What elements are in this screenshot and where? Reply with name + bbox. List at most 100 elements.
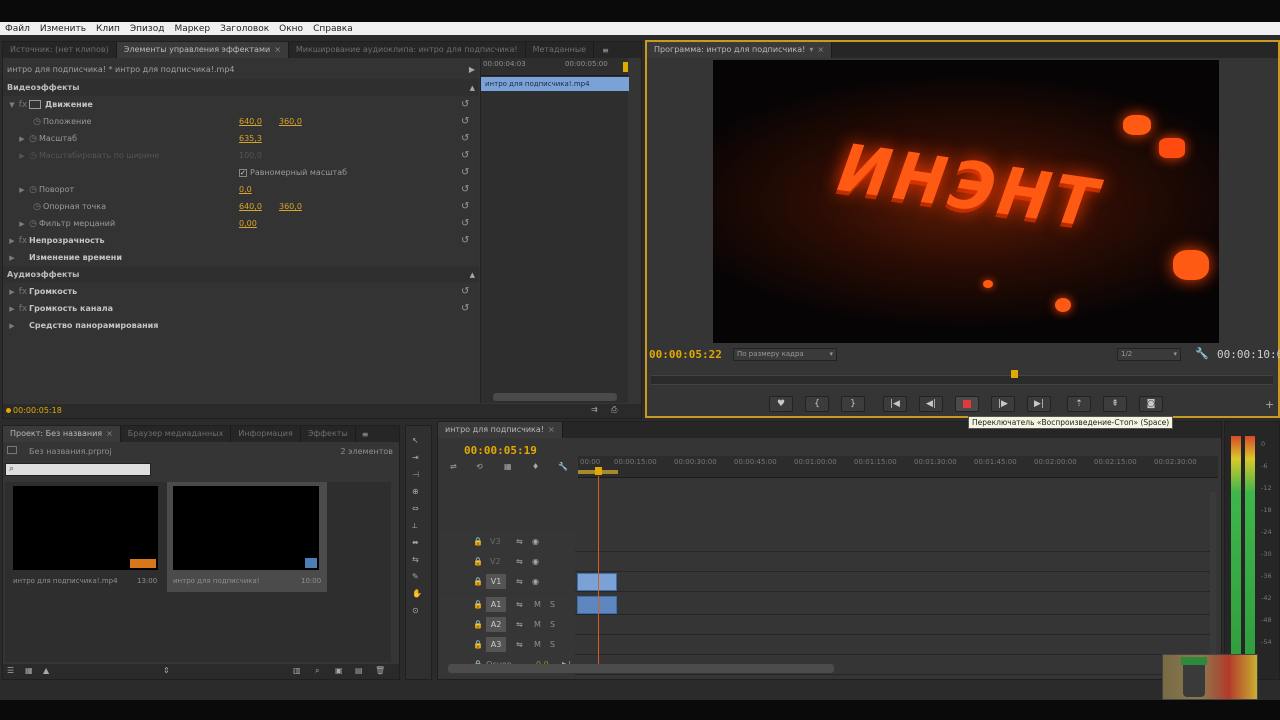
program-scrub-bar[interactable] [651,370,1273,385]
toggle-output-icon[interactable]: ⇋ [516,640,523,649]
collapse-icon[interactable]: ▲ [470,271,475,279]
reset-icon[interactable]: ↺ [461,201,469,212]
video-clip[interactable] [577,573,617,591]
scale-value[interactable]: 635,3 [239,134,262,143]
sequence-markers-icon[interactable]: ▦ [504,462,512,471]
lock-icon[interactable]: 🔒 [473,577,483,586]
tab-effect-controls[interactable]: Элементы управления эффектами × [116,42,289,58]
export-frame-button[interactable]: ◙ [1139,396,1163,412]
mark-out-button[interactable]: } [841,396,865,412]
menu-file[interactable]: Файл [0,24,35,34]
wrench-icon[interactable]: 🔧 [1195,347,1209,360]
track-label[interactable]: A1 [486,597,506,612]
toggle-output-icon[interactable]: ⇋ [516,620,523,629]
fx-icon[interactable]: fx [17,236,29,246]
opacity-row[interactable]: ▶ fx Непрозрачность ↺ [3,232,479,249]
timeline-playhead-handle[interactable] [595,467,602,475]
timeline-settings-icon[interactable]: 🔧 [558,462,568,471]
hand-tool-icon[interactable]: ✋ [412,589,422,598]
zoom-tool-icon[interactable]: ⊙ [412,606,419,615]
panel-menu-icon[interactable]: ≡ [362,430,369,439]
reset-icon[interactable]: ↺ [461,99,469,110]
stopwatch-icon[interactable]: ◷ [27,185,39,195]
quality-dropdown[interactable]: 1/2 ▾ [1117,348,1181,361]
tab-info[interactable]: Информация [231,426,301,442]
stopwatch-icon[interactable]: ◷ [27,134,39,144]
pen-tool-icon[interactable]: ✎ [412,572,419,581]
rotation-value[interactable]: 0,0 [239,185,252,194]
rolling-edit-tool-icon[interactable]: ⊕ [412,487,419,496]
reset-icon[interactable]: ↺ [461,167,469,178]
step-back-button[interactable]: ◀| [919,396,943,412]
play-stop-button[interactable] [955,396,979,412]
dropdown-icon[interactable]: ▾ [809,45,813,54]
reset-icon[interactable]: ↺ [461,235,469,246]
menu-title[interactable]: Заголовок [215,24,274,34]
new-bin-icon[interactable]: ▣ [335,666,343,675]
toggle-output-icon[interactable]: ⇋ [516,557,523,566]
slip-tool-icon[interactable]: ⬌ [412,538,419,547]
audio-clip[interactable] [577,596,617,614]
flicker-value[interactable]: 0,00 [239,219,257,228]
tab-metadata[interactable]: Метаданные [526,42,595,58]
stopwatch-icon[interactable]: ◷ [27,219,39,229]
fit-dropdown[interactable]: По размеру кадра ▾ [733,348,837,361]
ripple-edit-tool-icon[interactable]: ⊣ [412,470,419,479]
tab-effects[interactable]: Эффекты [301,426,356,442]
mark-in-button[interactable]: { [805,396,829,412]
track-label[interactable]: V1 [486,574,506,589]
track-label[interactable]: A3 [486,637,506,652]
reset-icon[interactable]: ↺ [461,150,469,161]
toggle-output-icon[interactable]: ⇋ [516,600,523,609]
panel-menu-icon[interactable]: ≡ [602,46,609,55]
close-icon[interactable]: × [817,45,824,54]
automate-icon[interactable]: ▥ [293,666,301,675]
tab-source[interactable]: Источник: (нет клипов) [3,42,117,58]
snap-icon[interactable]: ⇌ [450,462,457,471]
item-thumbnail[interactable] [13,486,158,570]
motion-row[interactable]: ▼ fx Движение ↺ [3,96,479,113]
sort-icon[interactable]: ⇕ [163,666,170,675]
razor-tool-icon[interactable]: ⟂ [412,521,417,531]
motion-transform-icon[interactable] [29,100,41,109]
project-search-input[interactable]: ⌕ [5,463,151,476]
add-marker-icon[interactable]: ♦ [532,462,539,471]
go-to-in-button[interactable]: |◀ [883,396,907,412]
expand-triangle-icon[interactable]: ▶ [7,237,17,245]
close-icon[interactable]: × [106,429,113,438]
eye-icon[interactable]: ◉ [532,537,539,546]
icon-view-icon[interactable]: ▦ [25,666,33,675]
track-select-tool-icon[interactable]: ⇥ [412,453,419,462]
go-to-out-button[interactable]: ▶| [1027,396,1051,412]
add-button-icon[interactable]: + [1265,398,1274,411]
export-frame-icon[interactable]: ⎙ [611,405,617,415]
reset-icon[interactable]: ↺ [461,218,469,229]
expand-triangle-icon[interactable]: ▶ [7,254,17,262]
timeline-ruler[interactable]: 00:00 00:00:15:00 00:00:30:00 00:00:45:0… [578,456,1218,478]
mini-scrollbar[interactable] [493,393,617,401]
project-item-selected[interactable]: интро для подписчика! 10:00 [167,482,327,592]
menu-edit[interactable]: Изменить [35,24,91,34]
trash-icon[interactable]: 🗑 [375,666,385,675]
anchor-y-value[interactable]: 360,0 [279,202,302,211]
mute-button[interactable]: M [534,600,541,609]
tab-audio-mixer[interactable]: Микширование аудиоклипа: интро для подпи… [289,42,526,58]
lock-icon[interactable]: 🔒 [473,537,483,546]
track-label[interactable]: A2 [486,617,506,632]
timeline-scrollbar[interactable] [448,664,834,673]
solo-button[interactable]: S [550,640,555,649]
expand-triangle-icon[interactable]: ▶ [17,135,27,143]
solo-button[interactable]: S [550,600,555,609]
lock-icon[interactable]: 🔒 [473,600,483,609]
reset-icon[interactable]: ↺ [461,303,469,314]
menu-help[interactable]: Справка [308,24,358,34]
collapse-icon[interactable]: ▲ [470,84,475,92]
toggle-output-icon[interactable]: ⇋ [516,537,523,546]
expand-triangle-icon[interactable]: ▶ [7,288,17,296]
mini-clip-bar[interactable]: интро для подписчика!.mp4 [481,77,629,91]
position-x-value[interactable]: 640,0 [239,117,262,126]
extract-button[interactable]: ⇞ [1103,396,1127,412]
uniform-scale-checkbox[interactable]: ✓ [239,168,247,177]
volume-row[interactable]: ▶ fx Громкость ↺ [3,283,479,300]
menu-window[interactable]: Окно [274,24,308,34]
